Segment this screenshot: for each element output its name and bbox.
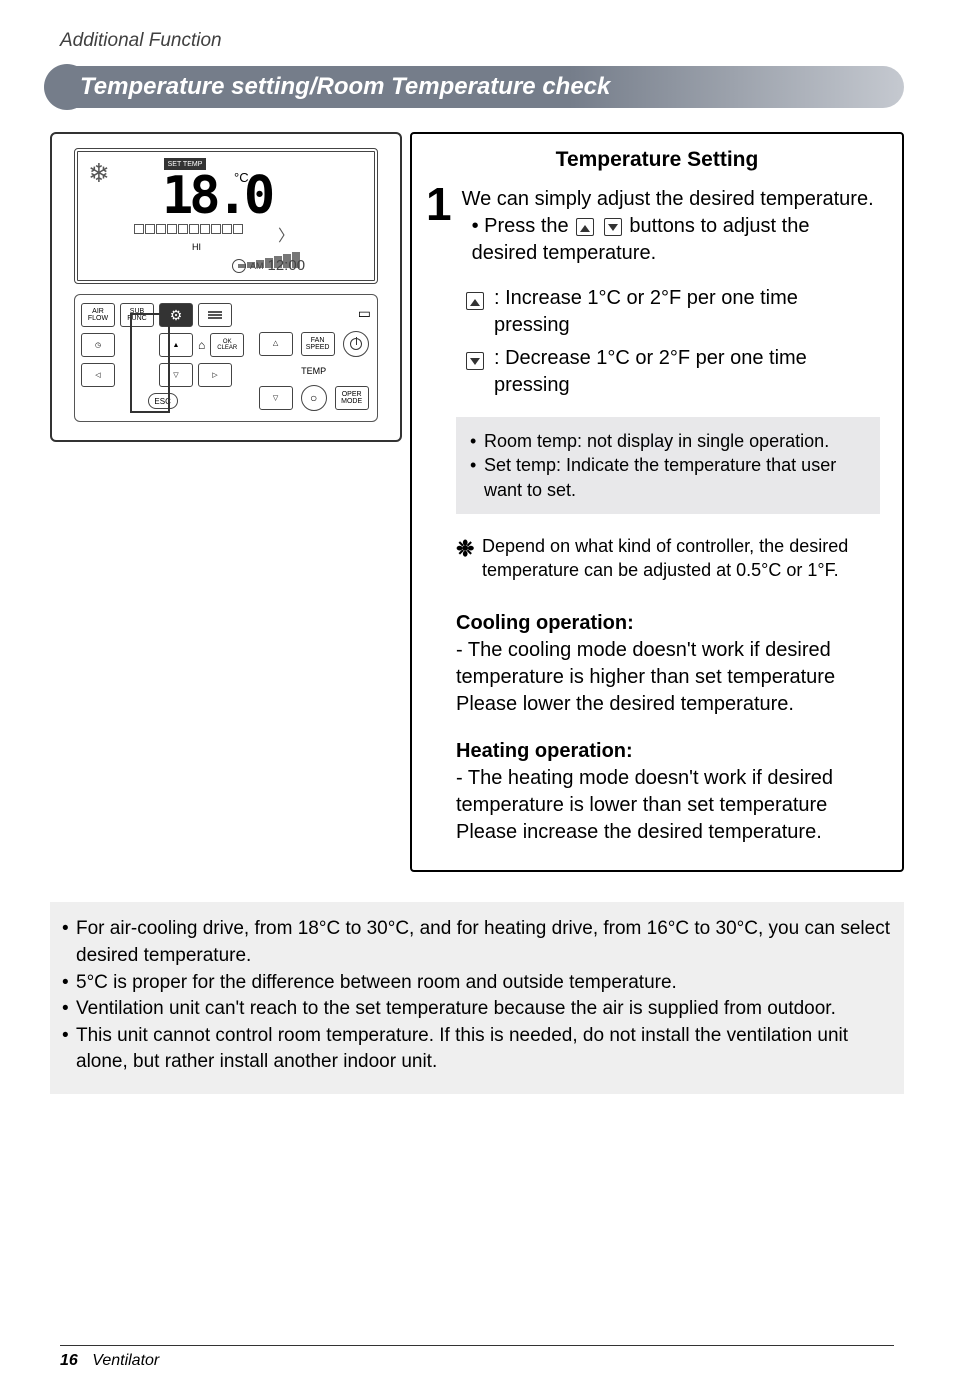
oper-mode-label: OPER MODE: [335, 386, 369, 410]
airflow-indicator: 〉: [134, 224, 284, 242]
temp-down-icon: [466, 352, 484, 370]
temp-up-icon: [466, 292, 484, 310]
gear-icon: ⚙: [170, 308, 183, 322]
note-2: 5°C is proper for the difference between…: [76, 970, 892, 997]
panel-title: Temperature Setting: [412, 134, 902, 186]
cooling-operation: Cooling operation: - The cooling mode do…: [456, 610, 880, 718]
power-button: [343, 331, 369, 357]
fan-speed-label: FAN SPEED: [301, 332, 335, 356]
titlebar-bar: Temperature setting/Room Temperature che…: [66, 66, 904, 108]
clock-icon: ◷: [95, 342, 101, 349]
instruction-panel: Temperature Setting 1 We can simply adju…: [410, 132, 904, 872]
note-graybox: •Room temp: not display in single operat…: [456, 417, 880, 514]
intro-bullet-prefix: Press the: [484, 215, 568, 237]
clock-icon: [232, 259, 246, 273]
intro-bullet: • Press the buttons to adjust the desire…: [462, 213, 876, 267]
display-temp-unit: °C: [234, 170, 249, 185]
cooling-head: Cooling operation:: [456, 610, 880, 637]
display-temp-value: 18.0: [162, 166, 271, 226]
fan-down-button: ▽: [259, 386, 293, 410]
clock-value: 12:00: [268, 257, 306, 274]
remote-display: ❄ SET TEMP 18.0 °C 〉 HI AM 12:00: [74, 148, 378, 284]
fan-up-button: △: [259, 332, 293, 356]
increase-decrease-block: : Increase 1°C or 2°F per one time press…: [412, 267, 902, 399]
page-footer: 16 Ventilator: [60, 1345, 894, 1370]
temp-label: TEMP: [301, 366, 326, 376]
power-icon: [350, 338, 362, 350]
nav-left-button: ◁: [81, 363, 115, 387]
vent-button: [198, 303, 232, 327]
footnote: ❉ Depend on what kind of controller, the…: [456, 534, 880, 583]
remote-buttons-panel: AIR FLOW SUB FUNC ⚙ ◷ ▲ ⌂ OK CLEAR ◁ ▽ ▷: [74, 294, 378, 422]
intro-text: We can simply adjust the desired tempera…: [462, 186, 876, 213]
section-title-bar: Temperature setting/Room Temperature che…: [50, 66, 904, 110]
remote-illustration: ❄ SET TEMP 18.0 °C 〉 HI AM 12:00 AIR FLO…: [50, 132, 402, 442]
am-label: AM: [250, 261, 264, 271]
step-1: 1 We can simply adjust the desired tempe…: [412, 186, 902, 267]
snowflake-icon: ❄: [88, 158, 110, 189]
nav-right-button: ▷: [198, 363, 232, 387]
breadcrumb: Additional Function: [0, 0, 954, 58]
set-temp-note: Set temp: Indicate the temperature that …: [484, 453, 866, 502]
step-number: 1: [426, 186, 462, 267]
reference-mark-icon: ❉: [456, 534, 482, 583]
footnote-text: Depend on what kind of controller, the d…: [482, 534, 880, 583]
hi-label: HI: [192, 242, 201, 252]
decrease-text: : Decrease 1°C or 2°F per one time press…: [494, 345, 876, 399]
heating-operation: Heating operation: - The heating mode do…: [456, 738, 880, 846]
mode-cycle-button: ○: [301, 385, 327, 411]
titlebar-text: Temperature setting/Room Temperature che…: [80, 73, 610, 101]
heating-head: Heating operation:: [456, 738, 880, 765]
temp-up-icon: [576, 218, 594, 236]
temp-buttons-highlight-box: [130, 313, 170, 413]
temp-down-icon: [604, 218, 622, 236]
ok-clear-button: OK CLEAR: [210, 333, 244, 357]
note-3: Ventilation unit can't reach to the set …: [76, 996, 892, 1023]
timer-button: ◷: [81, 333, 115, 357]
document-name: Ventilator: [92, 1352, 159, 1369]
home-icon: ⌂: [198, 338, 205, 352]
short-dash-icon: ▭: [358, 305, 371, 322]
display-clock: AM 12:00: [232, 257, 305, 274]
vent-icon: [208, 311, 222, 319]
note-1: For air-cooling drive, from 18°C to 30°C…: [76, 916, 892, 969]
heating-body: - The heating mode doesn't work if desir…: [456, 765, 880, 846]
note-4: This unit cannot control room temperatur…: [76, 1023, 892, 1076]
chevron-right-icon: 〉: [278, 222, 294, 246]
air-flow-button: AIR FLOW: [81, 303, 115, 327]
cooling-body: - The cooling mode doesn't work if desir…: [456, 637, 880, 718]
page-number: 16: [60, 1352, 78, 1369]
bottom-notes-box: •For air-cooling drive, from 18°C to 30°…: [50, 902, 904, 1094]
room-temp-note: Room temp: not display in single operati…: [484, 429, 829, 453]
increase-text: : Increase 1°C or 2°F per one time press…: [494, 285, 876, 339]
